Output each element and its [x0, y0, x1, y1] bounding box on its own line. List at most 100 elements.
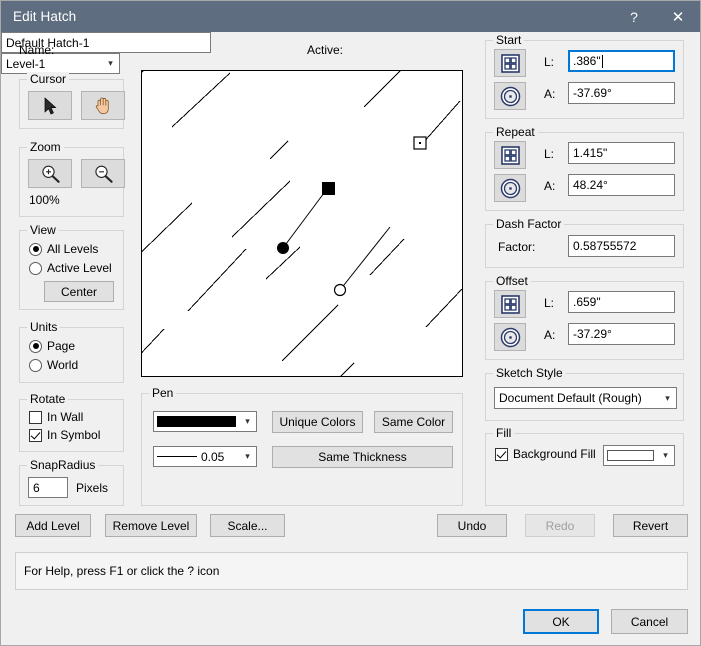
- units-group: Units Page World: [19, 320, 124, 383]
- add-level-button[interactable]: Add Level: [15, 514, 91, 537]
- hand-pan-icon[interactable]: [81, 91, 125, 120]
- title-bar: Edit Hatch ? ✕: [1, 1, 700, 32]
- radio-mark: [29, 358, 42, 372]
- checkbox-in-wall-label: In Wall: [47, 410, 84, 424]
- pen-thickness-select[interactable]: 0.05 ▾: [153, 446, 257, 467]
- target-circle-icon[interactable]: [494, 323, 526, 351]
- grid-pane-icon[interactable]: [494, 290, 526, 318]
- snapradius-legend: SnapRadius: [27, 458, 99, 472]
- thickness-line-preview: [157, 456, 197, 457]
- active-label: Active:: [307, 43, 344, 57]
- zoom-legend: Zoom: [27, 140, 64, 154]
- repeat-group: Repeat L: 1.415" A: 48.24°: [485, 125, 684, 211]
- offset-l-label: L:: [544, 296, 555, 310]
- fill-color-select[interactable]: ▾: [603, 445, 675, 466]
- hatch-preview-canvas[interactable]: [141, 70, 463, 377]
- repeat-l-input[interactable]: 1.415": [568, 142, 675, 164]
- pen-color-swatch: [154, 416, 239, 427]
- radio-active-level[interactable]: Active Level: [29, 261, 112, 275]
- zoom-in-icon[interactable]: [28, 159, 72, 188]
- pen-legend: Pen: [149, 386, 177, 400]
- radio-units-page-label: Page: [47, 339, 76, 353]
- preview-handles: [277, 136, 427, 297]
- offset-legend: Offset: [493, 274, 531, 288]
- radio-units-world[interactable]: World: [29, 358, 78, 372]
- start-a-input[interactable]: -37.69°: [568, 82, 675, 104]
- same-color-button[interactable]: Same Color: [374, 411, 453, 433]
- sketch-style-value: Document Default (Rough): [499, 391, 642, 405]
- checkbox-in-symbol[interactable]: In Symbol: [29, 428, 100, 442]
- dash-factor-legend: Dash Factor: [493, 217, 565, 231]
- start-legend: Start: [493, 33, 525, 47]
- sketch-style-legend: Sketch Style: [493, 366, 566, 380]
- close-icon[interactable]: ✕: [656, 1, 700, 32]
- checkbox-mark: [495, 447, 508, 461]
- dash-factor-group: Dash Factor Factor: 0.58755572: [485, 217, 684, 268]
- checkbox-background-fill[interactable]: Background Fill: [495, 447, 596, 461]
- cursor-legend: Cursor: [27, 72, 70, 86]
- target-circle-icon[interactable]: [494, 174, 526, 202]
- revert-button[interactable]: Revert: [613, 514, 688, 537]
- checkbox-mark: [29, 410, 42, 424]
- chevron-down-icon: ▾: [245, 416, 250, 426]
- active-level-value: Level-1: [6, 56, 46, 71]
- zoom-group: Zoom 100%: [19, 140, 125, 217]
- origin-dot: [277, 242, 289, 254]
- start-l-label: L:: [544, 55, 555, 69]
- scale-button[interactable]: Scale...: [210, 514, 285, 537]
- cursor-group: Cursor: [19, 72, 125, 129]
- remove-level-button[interactable]: Remove Level: [105, 514, 197, 537]
- repeat-a-input[interactable]: 48.24°: [568, 174, 675, 196]
- target-circle-icon[interactable]: [494, 82, 526, 110]
- offset-a-input[interactable]: -37.29°: [568, 323, 675, 345]
- arrow-cursor-icon[interactable]: [28, 91, 72, 120]
- sketch-style-select[interactable]: Document Default (Rough) ▾: [494, 387, 677, 409]
- repeat-l-label: L:: [544, 147, 555, 161]
- checkbox-in-wall[interactable]: In Wall: [29, 410, 83, 424]
- radio-active-level-label: Active Level: [47, 261, 112, 275]
- same-thickness-button[interactable]: Same Thickness: [272, 446, 453, 468]
- chevron-down-icon: ▾: [108, 58, 113, 68]
- snapradius-input[interactable]: 6: [28, 477, 68, 498]
- grid-pane-icon[interactable]: [494, 49, 526, 77]
- chevron-down-icon: ▾: [245, 451, 250, 461]
- dash-factor-label: Factor:: [498, 240, 536, 254]
- edit-hatch-dialog: Edit Hatch ? ✕ Name: Default Hatch-1 Act…: [0, 0, 701, 646]
- offset-group: Offset L: .659" A: -37.29°: [485, 274, 684, 360]
- view-group: View All Levels Active Level Center: [19, 223, 124, 310]
- sketch-style-group: Sketch Style Document Default (Rough) ▾: [485, 366, 684, 421]
- redo-button: Redo: [525, 514, 595, 537]
- grid-pane-icon[interactable]: [494, 141, 526, 169]
- undo-button[interactable]: Undo: [437, 514, 507, 537]
- start-a-label: A:: [544, 87, 556, 101]
- start-l-input[interactable]: .386": [568, 50, 675, 72]
- offset-l-input[interactable]: .659": [568, 291, 675, 313]
- view-legend: View: [27, 223, 59, 237]
- pen-color-select[interactable]: ▾: [153, 411, 257, 432]
- zoom-out-icon[interactable]: [81, 159, 125, 188]
- center-button[interactable]: Center: [44, 281, 114, 302]
- start-l-value: .386": [573, 54, 601, 68]
- snapradius-group: SnapRadius 6 Pixels: [19, 458, 124, 506]
- chevron-down-icon: ▾: [665, 392, 670, 403]
- radio-mark: [29, 242, 42, 256]
- text-caret: [601, 54, 603, 68]
- fill-color-swatch: [604, 450, 657, 461]
- repeat-legend: Repeat: [493, 125, 538, 139]
- hatch-pattern: [142, 71, 462, 376]
- background-fill-label: Background Fill: [513, 447, 596, 461]
- rotate-legend: Rotate: [27, 392, 69, 406]
- chevron-down-icon: ▾: [663, 450, 668, 460]
- snapradius-units-label: Pixels: [76, 481, 109, 495]
- unique-colors-button[interactable]: Unique Colors: [272, 411, 363, 433]
- dash-factor-input[interactable]: 0.58755572: [568, 235, 675, 257]
- radio-units-page[interactable]: Page: [29, 339, 75, 353]
- rotate-group: Rotate In Wall In Symbol: [19, 392, 124, 452]
- radio-units-world-label: World: [47, 358, 79, 372]
- repeat-square: [322, 182, 335, 195]
- radio-all-levels[interactable]: All Levels: [29, 242, 98, 256]
- help-icon[interactable]: ?: [612, 1, 656, 32]
- ok-button[interactable]: OK: [523, 609, 599, 634]
- cancel-button[interactable]: Cancel: [611, 609, 688, 634]
- zoom-level-value: 100%: [29, 193, 60, 207]
